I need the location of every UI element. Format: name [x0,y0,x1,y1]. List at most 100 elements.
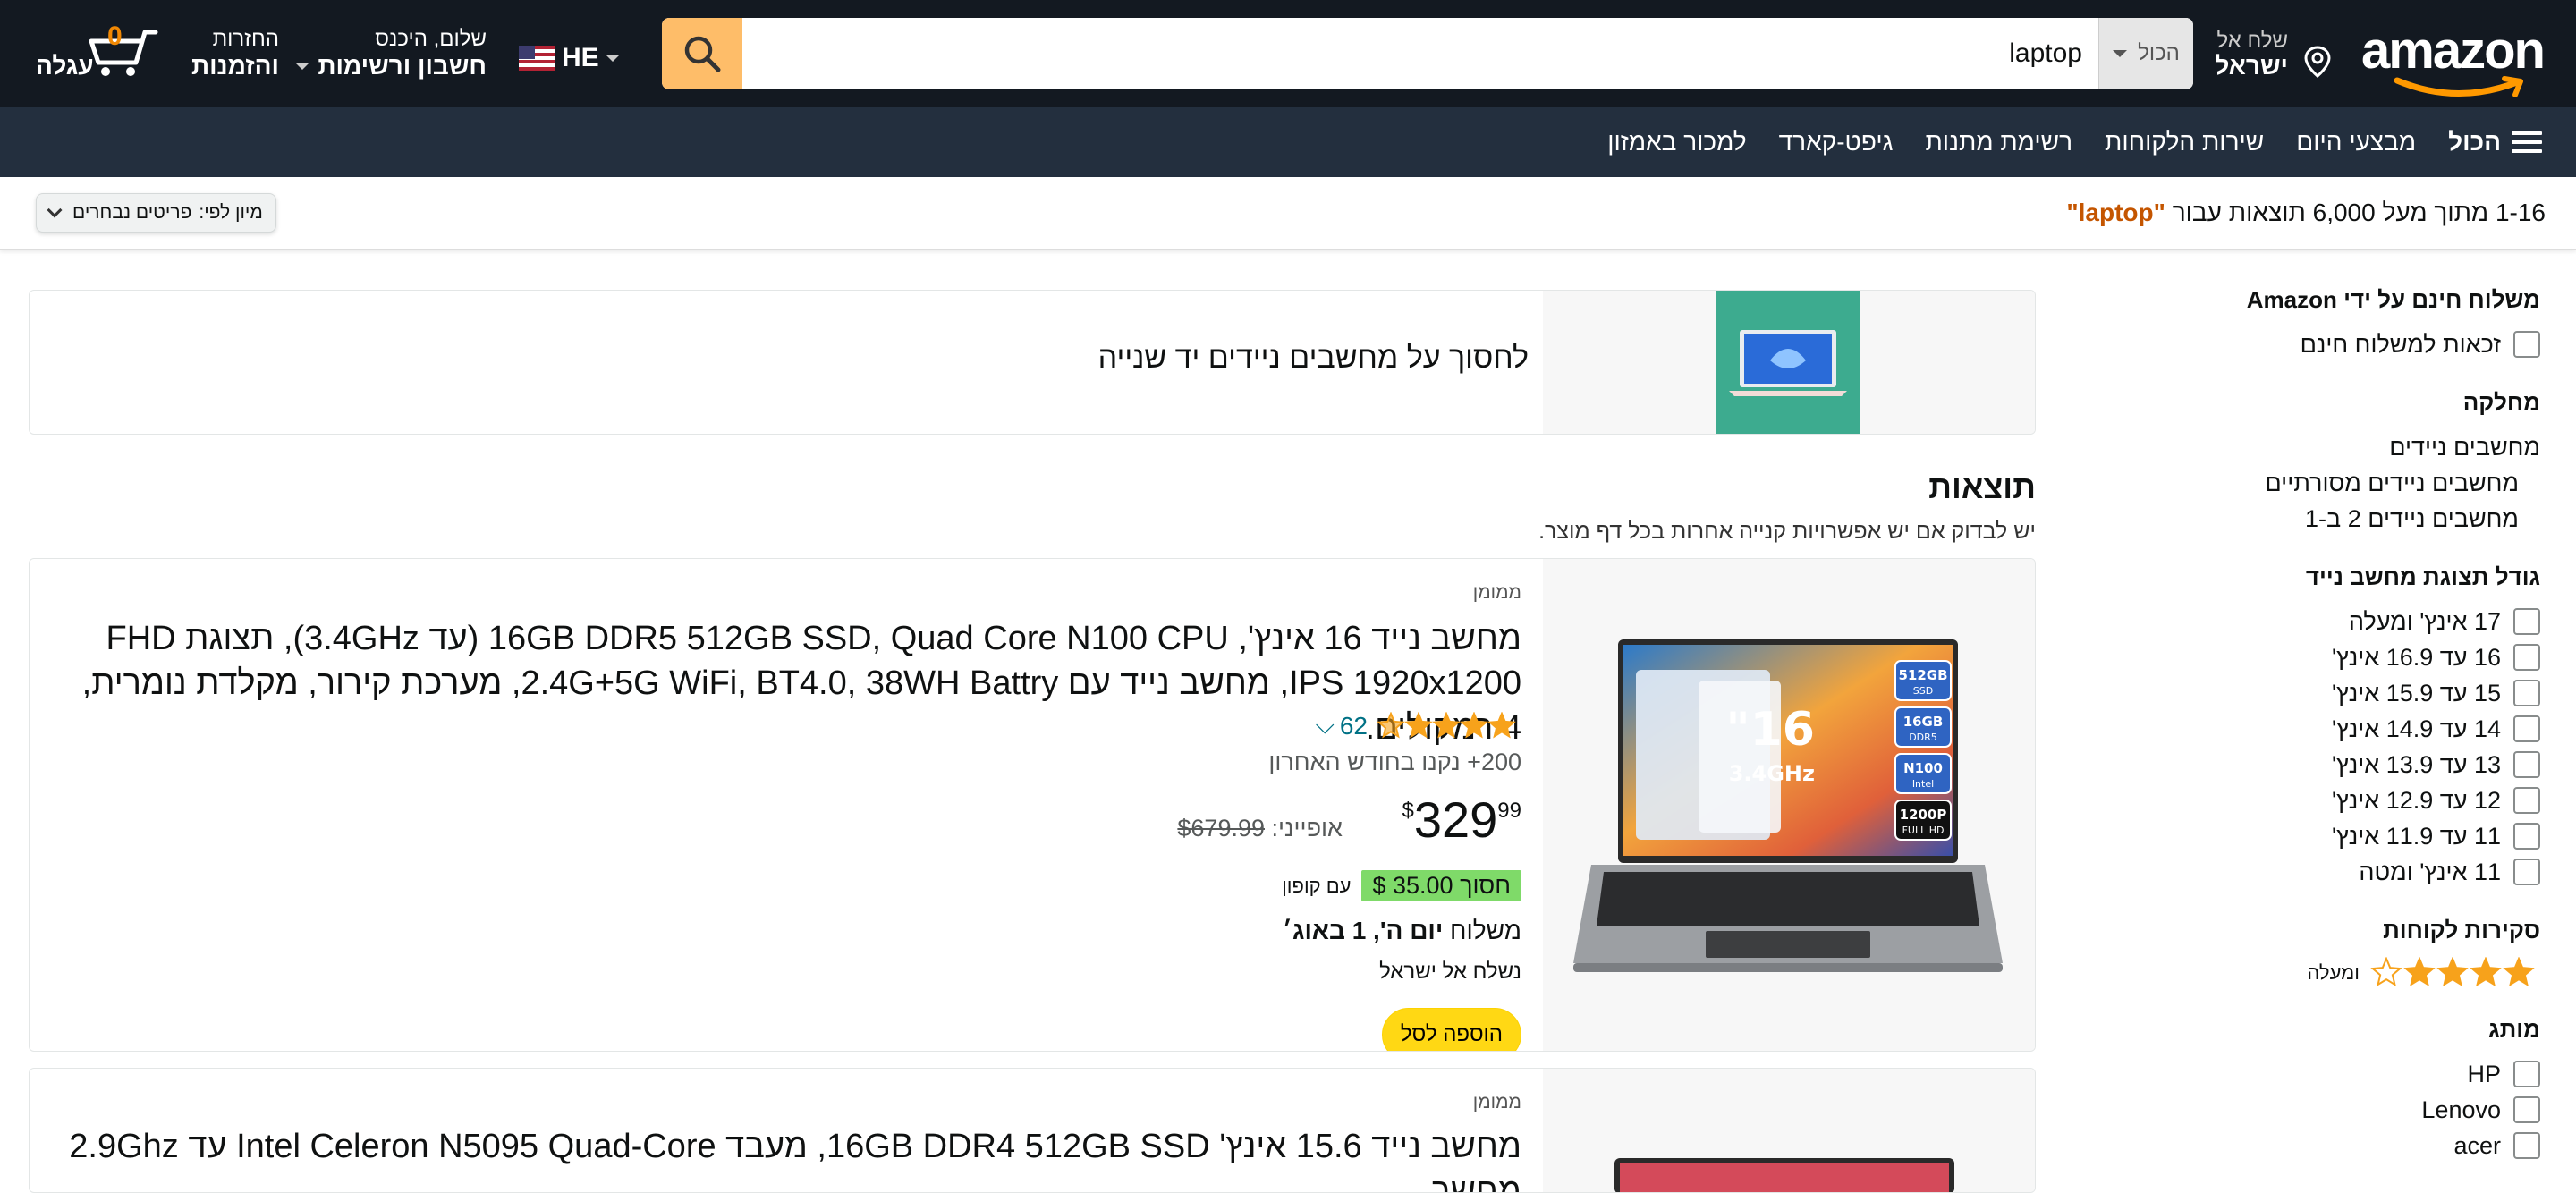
search-button[interactable] [662,18,742,89]
account-lists[interactable]: שלום, היכנס חשבון ורשימות [296,27,487,80]
filter-option[interactable]: זכאות למשלוח חינם [2182,326,2540,362]
svg-text:DDR5: DDR5 [1909,732,1937,743]
returns-label: החזרות [212,27,279,51]
checkbox[interactable] [2513,715,2540,742]
nav-item-sell[interactable]: למכור באמזון [1607,128,1746,157]
cart-button[interactable]: 0 עגלה [32,21,166,84]
amazon-logo[interactable]: amazon [2361,23,2546,97]
filter-option[interactable]: 17 אינץ' ומעלה [2182,604,2540,639]
checkbox[interactable] [2513,751,2540,778]
ships-to: נשלח אל ישראל [1379,960,1521,984]
filter-option[interactable]: acer [2182,1128,2540,1163]
product-card: 16" 3.4GHz 512GB SSD 16GB DDR5 N100 Intel 1200… [29,558,2036,1052]
filter-option-label: Lenovo [2421,1096,2501,1123]
nav-item-todays-deals[interactable]: מבצעי היום [2296,128,2416,157]
list-price: אופייני: $679.99 [1177,815,1343,842]
checkbox[interactable] [2513,787,2540,814]
checkbox[interactable] [2513,331,2540,358]
department-link[interactable]: מחשבים ניידים מסורתיים [2182,465,2540,501]
filters-sidebar: משלוח חינם על ידי Amazon זכאות למשלוח חי… [2182,286,2540,1190]
price-symbol: $ [1402,799,1414,823]
price-whole: 329 [1413,791,1498,848]
coupon[interactable]: חסוך ‎$ 35.00 עם קופון [1282,870,1521,901]
product-price[interactable]: $ 329 99 [1402,793,1522,847]
filter-option-label: 11 אינץ' ומטה [2359,858,2501,885]
svg-text:16GB: 16GB [1903,714,1944,730]
product-title[interactable]: מחשב נייד 15.6 אינץ' 16GB DDR4 512GB SSD… [55,1124,1521,1192]
hamburger-menu-icon [2512,131,2542,153]
smile-arrow-icon [2394,76,2523,97]
star-rating-icon [2370,957,2535,987]
nav-item-registry[interactable]: רשימת מתנות [1925,128,2072,157]
filter-option[interactable]: 11 אינץ' ומטה [2182,854,2540,890]
checkbox[interactable] [2513,1096,2540,1123]
search-scope-dropdown[interactable]: הכול [2098,18,2193,89]
filter-option-label: זכאות למשלוח חינם [2300,330,2501,358]
product-info: ממומן מחשב נייד 16 אינץ', 16GB DDR5 512G… [51,559,1522,1051]
checkbox[interactable] [2513,1132,2540,1159]
review-count-link[interactable]: ⌵ 62 [1316,711,1368,740]
filter-heading: משלוח חינם על ידי Amazon [2246,286,2540,313]
account-greeting: שלום, היכנס [375,27,487,51]
chevron-down-icon: ⌵ [1315,711,1335,739]
add-to-cart-button[interactable]: הוספה לסל [1381,1008,1521,1051]
filter-option-label: 15 עד 15.9 אינץ' [2331,679,2501,706]
checkbox[interactable] [2513,644,2540,671]
language-selector[interactable]: HE [519,43,619,73]
caret-down-icon [2113,50,2128,57]
nav-item-customer-service[interactable]: שירות הלקוחות [2105,128,2264,157]
checkbox[interactable] [2513,823,2540,850]
product-image-pane[interactable]: 16" 3.4GHz 512GB SSD 16GB DDR5 N100 Intel 1200… [1543,559,2035,1051]
search-scope-label: הכול [2138,41,2180,65]
account-label-row: חשבון ורשימות [296,52,487,80]
sponsored-label[interactable]: ממומן [1473,582,1521,604]
checkbox[interactable] [2513,859,2540,885]
top-nav: amazon שלח אל ישראל הכול laptop HE שלום,… [0,0,2576,107]
filter-option-label: 17 אינץ' ומעלה [2348,607,2501,635]
filter-free-shipping: משלוח חינם על ידי Amazon זכאות למשלוח חי… [2182,286,2540,362]
product-title[interactable]: מחשב נייד 16 אינץ', 16GB DDR5 512GB SSD,… [55,616,1521,750]
results-query: "laptop" [2066,199,2165,226]
coupon-suffix: עם קופון [1282,874,1352,897]
checkbox[interactable] [2513,1061,2540,1087]
filter-option[interactable]: 13 עד 13.9 אינץ' [2182,747,2540,783]
four-stars-and-up[interactable]: ומעלה [2182,957,2540,989]
filter-option[interactable]: 14 עד 14.9 אינץ' [2182,711,2540,747]
deliver-label: שלח אל [2216,29,2288,53]
sort-dropdown[interactable]: מיון לפי: פריטים נבחרים [36,193,276,233]
filter-option-label: 13 עד 13.9 אינץ' [2331,750,2501,778]
us-flag-icon [519,46,555,71]
filter-heading: גודל תצוגת מחשב נייד [2305,563,2540,590]
filter-option[interactable]: HP [2182,1056,2540,1092]
filter-screen-size: גודל תצוגת מחשב נייד 17 אינץ' ומעלה 16 ע… [2182,563,2540,890]
product-image [1614,1158,1954,1192]
nav-item-gift-cards[interactable]: גיפט-קארד [1779,128,1894,157]
checkbox[interactable] [2513,608,2540,635]
product-rating[interactable]: ⌵ 62 [1316,711,1521,740]
list-price-label: אופייני: [1271,815,1343,842]
filter-option[interactable]: 16 עד 16.9 אינץ' [2182,639,2540,675]
stars-up-label: ומעלה [2307,961,2360,984]
product-image: 16" 3.4GHz 512GB SSD 16GB DDR5 N100 Intel 1200… [1573,639,2003,972]
search-input[interactable] [742,18,2098,89]
chevron-down-icon [47,202,63,218]
department-link[interactable]: מחשבים ניידים [2182,429,2540,465]
caret-down-icon [296,63,309,70]
product-image-pane[interactable] [1543,1069,2035,1192]
promo-banner[interactable]: לחסוך על מחשבים ניידים יד שנייה [29,290,2036,435]
checkbox[interactable] [2513,680,2540,706]
filter-option[interactable]: 15 עד 15.9 אינץ' [2182,675,2540,711]
filter-option[interactable]: 11 עד 11.9 אינץ' [2182,818,2540,854]
department-link[interactable]: מחשבים ניידים 2 ב-1 [2182,501,2540,537]
filter-heading: מחלקה [2462,389,2540,416]
filter-option[interactable]: 12 עד 12.9 אינץ' [2182,783,2540,818]
filter-option-label: 14 עד 14.9 אינץ' [2331,715,2501,742]
filter-option[interactable]: Lenovo [2182,1092,2540,1128]
nav-all-menu[interactable]: הכול [2448,128,2542,157]
filter-department: מחלקה מחשבים ניידים מחשבים ניידים מסורתי… [2182,389,2540,537]
svg-text:1200P: 1200P [1900,807,1947,823]
sponsored-label[interactable]: ממומן [1473,1092,1521,1113]
sort-value: פריטים נבחרים [72,202,192,223]
returns-orders[interactable]: החזרות והזמנות [191,27,279,80]
coupon-badge: חסוך ‎$ 35.00 [1361,870,1521,901]
